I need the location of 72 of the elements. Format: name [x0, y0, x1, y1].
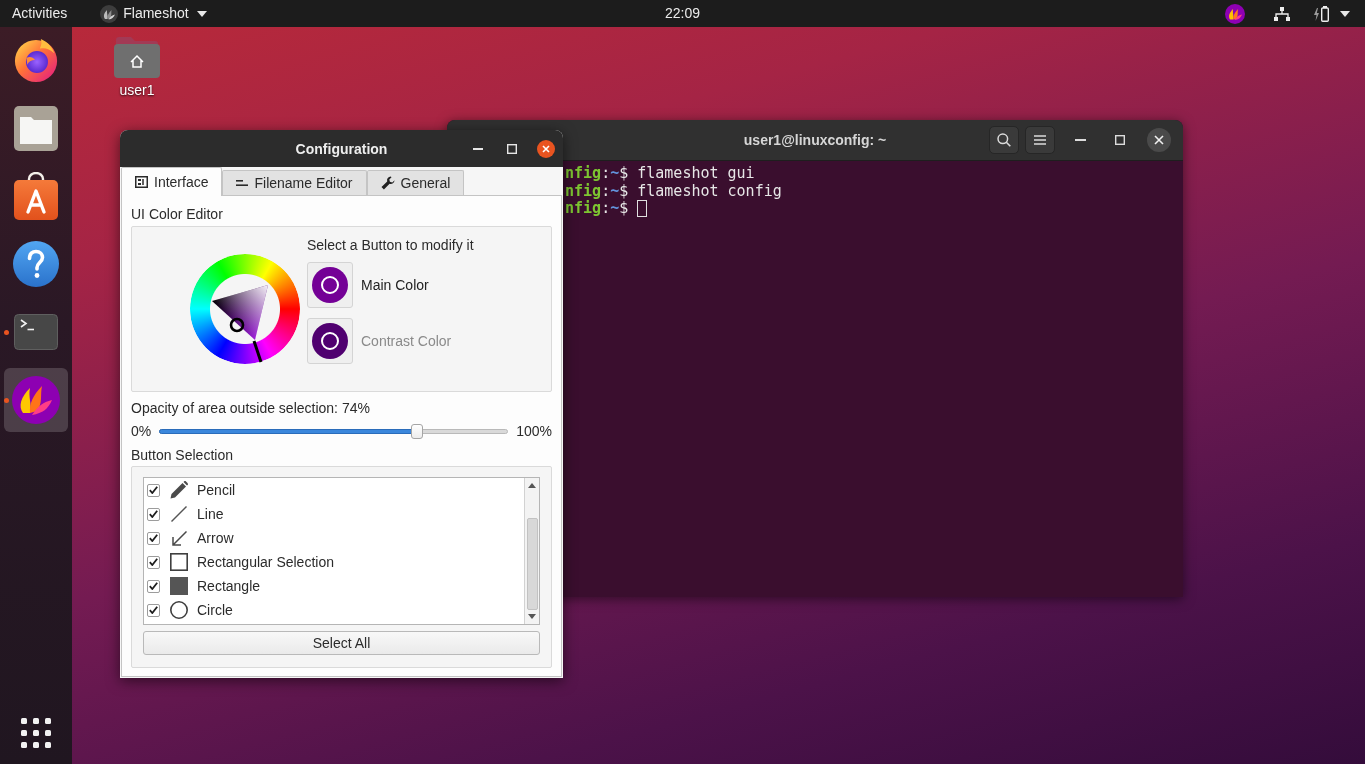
maximize-icon[interactable] [1115, 135, 1125, 145]
tool-label: Circle [197, 602, 233, 618]
close-icon[interactable] [1147, 128, 1171, 152]
checkbox[interactable] [147, 579, 160, 593]
select-all-button[interactable]: Select All [143, 631, 540, 655]
window-title: Configuration [295, 140, 388, 157]
clock[interactable]: 22:09 [664, 0, 700, 27]
slider-thumb[interactable] [411, 424, 424, 439]
tool-label: Line [197, 506, 224, 522]
lines-icon [236, 180, 249, 186]
terminal-icon [14, 314, 58, 350]
scroll-up-icon[interactable] [528, 483, 536, 488]
close-icon[interactable] [537, 139, 555, 158]
activities-button[interactable]: Activities [12, 0, 68, 27]
layout-icon [135, 176, 148, 188]
tool-label: Arrow [197, 530, 234, 546]
filled-square-icon [170, 577, 188, 595]
section-heading: Button Selection [131, 446, 234, 464]
icon-label: user1 [119, 82, 155, 98]
tool-label: Rectangle [197, 578, 261, 594]
checkbox[interactable] [147, 603, 160, 617]
help-icon [13, 241, 59, 287]
flame-icon[interactable] [1225, 3, 1245, 24]
home-folder-icon[interactable] [114, 36, 160, 78]
tab[interactable]: Interface [121, 167, 223, 196]
checkbox[interactable] [147, 483, 160, 497]
search-icon [997, 133, 1011, 147]
color-label: Main Color [361, 277, 429, 293]
battery-icon[interactable] [1313, 5, 1331, 22]
terminal-line: nfig:~$ flameshot gui [565, 165, 755, 183]
terminal-line: nfig:~$ [565, 200, 629, 218]
checkbox[interactable] [147, 507, 160, 521]
maximize-icon[interactable] [507, 143, 517, 154]
search-button[interactable] [989, 126, 1019, 154]
list-scrollbar[interactable] [524, 478, 539, 624]
network-icon[interactable] [1274, 6, 1290, 21]
checkbox[interactable] [147, 555, 160, 569]
menu-icon [1034, 135, 1046, 145]
caret-icon [196, 10, 207, 17]
tool-label: Rectangular Selection [197, 554, 334, 570]
flame-icon [12, 376, 60, 424]
window-title: user1@linuxconfig: ~ [743, 132, 887, 148]
folder-icon [14, 105, 58, 151]
slider-min-label: 0% [131, 423, 152, 439]
color-label: Contrast Color [361, 333, 452, 349]
slider-max-label: 100% [516, 423, 552, 439]
flame-icon [100, 4, 119, 23]
tab[interactable]: General [366, 170, 465, 195]
tab[interactable]: Filename Editor [222, 170, 367, 195]
terminal-line: nfig:~$ flameshot config [565, 182, 782, 200]
shopping-bag-icon [14, 172, 58, 220]
globe-icon [13, 37, 59, 83]
square-outline-icon [170, 553, 188, 571]
tool-label: Pencil [197, 482, 236, 498]
caret-icon[interactable] [1340, 10, 1350, 17]
minimize-icon[interactable] [473, 147, 483, 150]
wrench-icon [380, 176, 395, 190]
hint-text: Select a Button to modify it [307, 237, 474, 254]
menu-button[interactable] [1025, 126, 1055, 154]
section-heading: UI Color Editor [131, 205, 224, 223]
opacity-slider[interactable] [159, 423, 509, 439]
opacity-label: Opacity of area outside selection: 74% [131, 399, 371, 417]
app-menu-button[interactable]: Flameshot [100, 0, 207, 27]
dock-item[interactable] [4, 368, 68, 432]
scroll-down-icon[interactable] [528, 614, 536, 619]
scrollbar-thumb[interactable] [526, 518, 538, 610]
arrow-icon [171, 530, 187, 546]
pencil-icon [170, 481, 188, 499]
app-grid-icon[interactable] [21, 718, 51, 748]
line-icon [171, 506, 187, 522]
circle-icon [170, 601, 188, 619]
checkbox[interactable] [147, 531, 160, 545]
